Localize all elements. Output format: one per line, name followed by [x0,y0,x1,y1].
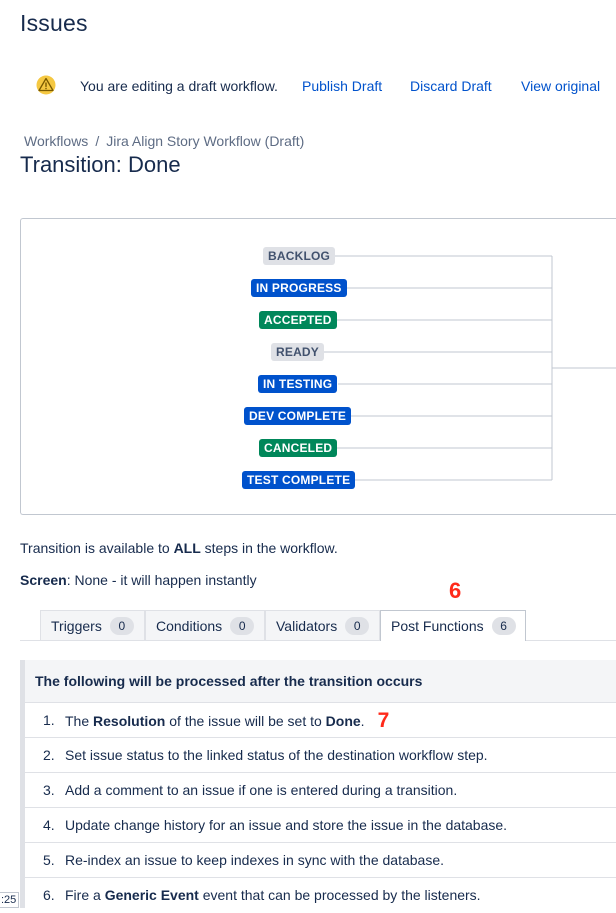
row-text-part: . [360,713,365,729]
tab-triggers[interactable]: Triggers 0 [40,610,145,640]
status-ready: READY [271,343,325,361]
transition-screen: Screen: None - it will happen instantly [20,572,257,588]
resolution-field: Resolution [93,713,166,729]
row-text-part: of the issue will be set to [165,713,326,729]
status-in-testing: IN TESTING [258,375,338,393]
count-badge: 0 [230,616,255,635]
discard-draft-link[interactable]: Discard Draft [410,78,492,94]
screen-value: : None - it will happen instantly [66,572,257,588]
row-text: Set issue status to the linked status of… [65,747,488,763]
tab-label: Post Functions [391,618,484,634]
availability-scope: ALL [173,540,201,556]
clock-fragment: :25 [0,892,20,908]
post-function-row: 3. Add a comment to an issue if one is e… [25,773,616,808]
row-text-part: Fire a [65,887,105,903]
row-number: 5. [43,852,55,868]
row-text: The Resolution of the issue will be set … [65,703,389,738]
count-badge: 0 [345,616,370,635]
status-accepted: ACCEPTED [259,311,337,329]
status-in-progress: IN PROGRESS [251,279,347,297]
status-canceled: CANCELED [259,439,338,457]
row-number: 4. [43,817,55,833]
view-original-link[interactable]: View original [521,78,600,94]
row-text: Fire a Generic Event event that can be p… [65,878,481,912]
breadcrumb-separator: / [95,133,100,149]
count-badge: 0 [109,616,134,635]
row-number: 2. [43,747,55,763]
row-text: Update change history for an issue and s… [65,817,508,833]
annotation-marker-row: 7 [377,709,390,732]
post-function-row: 1. The Resolution of the issue will be s… [25,703,616,738]
event-name: Generic Event [104,887,199,903]
resolution-value: Done [325,713,361,729]
count-badge: 6 [491,617,516,635]
availability-prefix: Transition is available to [20,540,174,556]
tab-label: Conditions [156,617,223,634]
breadcrumb-workflow-link[interactable]: Jira Align Story Workflow (Draft) [106,133,304,149]
draft-banner-message: You are editing a draft workflow. [80,78,278,94]
availability-suffix: steps in the workflow. [200,540,338,556]
status-test-complete: TEST COMPLETE [242,471,356,489]
post-function-row: 5. Re-index an issue to keep indexes in … [25,843,616,878]
tab-label: Validators [276,617,338,634]
tab-post-functions[interactable]: Post Functions 6 [380,610,526,641]
transition-diagram: BACKLOG IN PROGRESS ACCEPTED READY IN TE… [20,218,616,515]
row-text: Re-index an issue to keep indexes in syn… [65,852,445,868]
tab-validators[interactable]: Validators 0 [265,610,380,640]
screen-label: Screen [20,572,67,588]
post-functions-panel: The following will be processed after th… [20,660,616,908]
row-number: 3. [43,782,55,798]
warning-icon [36,75,56,95]
post-function-row: 4. Update change history for an issue an… [25,808,616,843]
publish-draft-link[interactable]: Publish Draft [302,78,382,94]
page-title: Issues [20,10,88,36]
transition-title: Transition: Done [20,152,181,177]
row-text-part: The [65,713,94,729]
breadcrumb-workflows-link[interactable]: Workflows [24,133,88,149]
tab-conditions[interactable]: Conditions 0 [145,610,265,640]
post-function-row: 2. Set issue status to the linked status… [25,738,616,773]
row-number: 6. [43,887,55,903]
status-backlog: BACKLOG [263,247,336,265]
row-text-part: event that can be processed by the liste… [198,887,481,903]
status-dev-complete: DEV COMPLETE [244,407,352,425]
transition-availability: Transition is available to ALL steps in … [20,540,338,556]
post-functions-header: The following will be processed after th… [25,660,616,703]
breadcrumb: Workflows / Jira Align Story Workflow (Dra… [24,133,304,149]
tabs-baseline [20,640,616,641]
annotation-marker-tab: 6 [449,578,462,603]
row-number: 1. [43,712,55,728]
tab-label: Triggers [51,617,102,634]
row-text: Add a comment to an issue if one is ente… [65,782,458,798]
